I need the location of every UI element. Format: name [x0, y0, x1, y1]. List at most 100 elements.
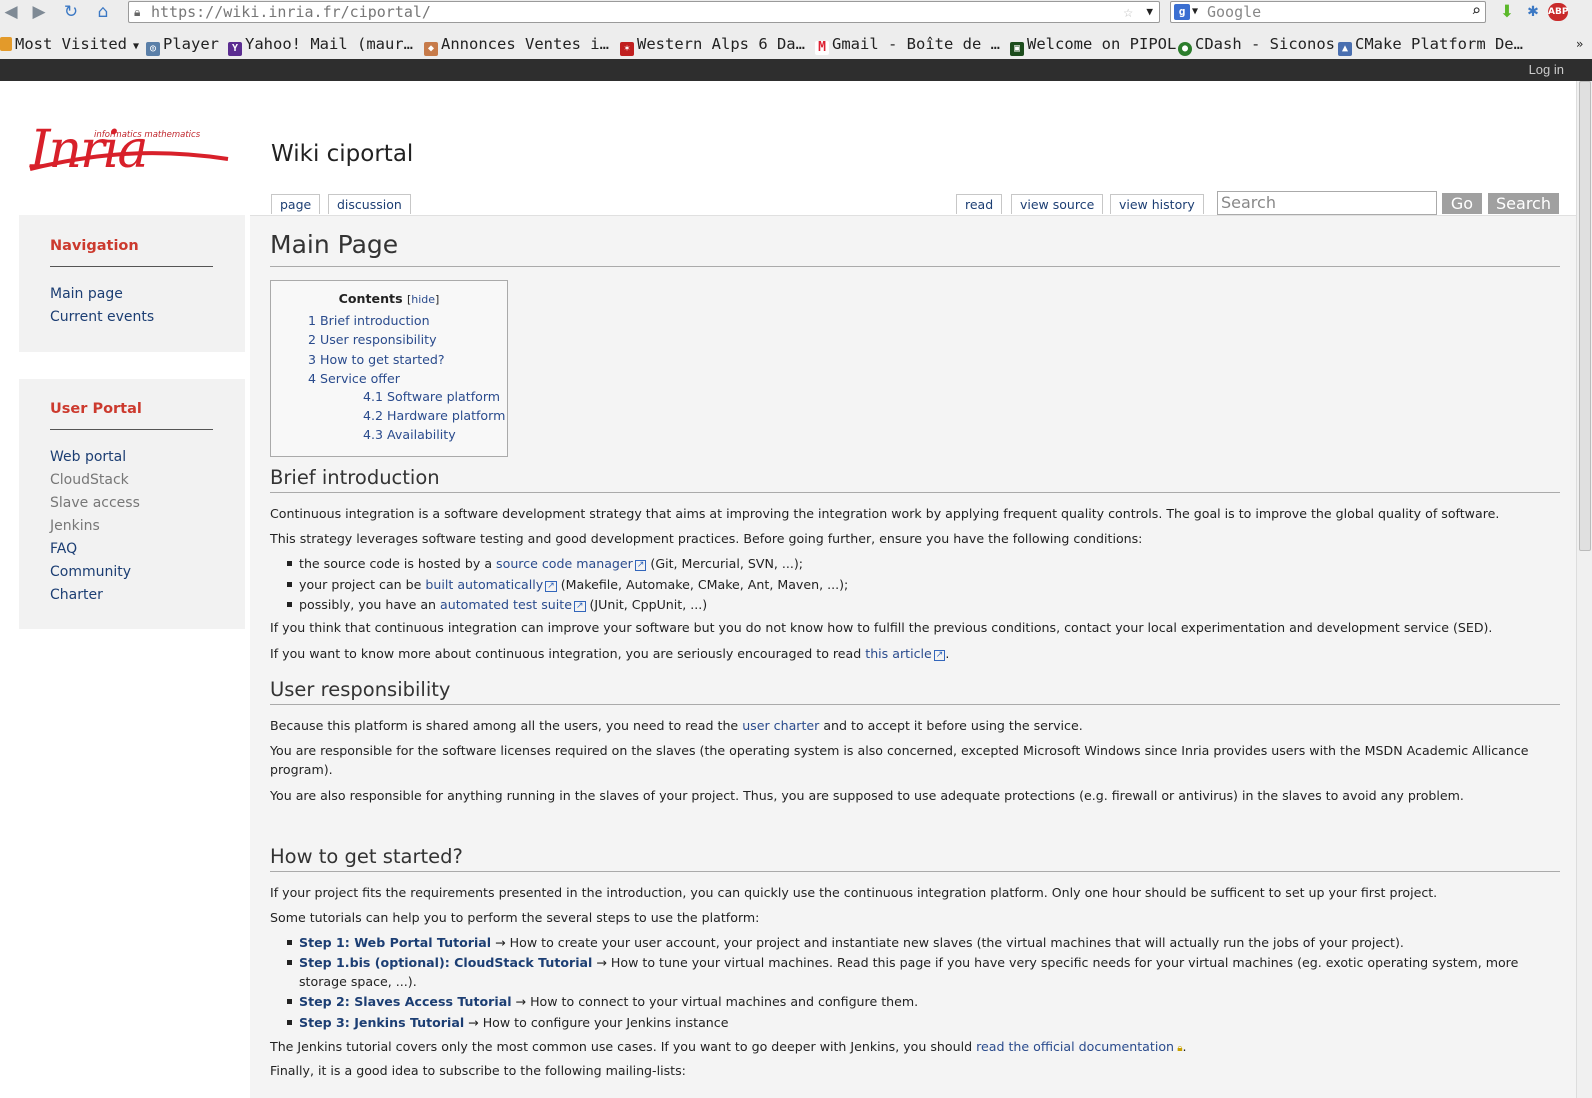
tab-discussion[interactable]: discussion	[328, 194, 411, 214]
engine-dropdown-icon[interactable]: ▼	[1192, 2, 1198, 22]
lock-icon: 🔒︎	[1174, 1043, 1183, 1054]
divider	[270, 492, 1560, 493]
bookmark-gmail[interactable]: M Gmail - Boîte de …	[815, 34, 1000, 55]
tab-view-history[interactable]: view history	[1110, 194, 1204, 214]
user-charter-link[interactable]: user charter	[742, 718, 819, 733]
browser-search-placeholder: Google	[1207, 3, 1262, 21]
paragraph: Because this platform is shared among al…	[270, 718, 1083, 733]
bookmarks-overflow-icon[interactable]: »	[1576, 34, 1583, 54]
bookmark-cdash[interactable]: ● CDash - Siconos	[1178, 34, 1335, 56]
tab-read[interactable]: read	[956, 194, 1003, 214]
page-scrollbar[interactable]	[1576, 81, 1592, 1098]
browser-navigation-bar: ◀ ▶ ↻ ⌂ 🔒︎ https://wiki.inria.fr/ciporta…	[0, 0, 1592, 25]
download-icon[interactable]: ⬇	[1496, 2, 1518, 22]
toc-hide-link[interactable]: hide	[411, 293, 435, 306]
gmail-icon: M	[815, 41, 829, 55]
toc-title: Contents	[338, 291, 403, 306]
paragraph: You are also responsible for anything ru…	[270, 788, 1464, 803]
sidebar-item-faq[interactable]: FAQ	[50, 541, 77, 557]
alps-icon: ✶	[620, 42, 634, 56]
paragraph: Some tutorials can help you to perform t…	[270, 910, 760, 925]
tab-view-source[interactable]: view source	[1011, 194, 1104, 214]
toc-item[interactable]: 1 Brief introduction	[308, 313, 430, 328]
bookmark-pipol[interactable]: ▣ Welcome on PIPOL	[1010, 34, 1176, 56]
sidebar-navigation-title: Navigation	[50, 238, 139, 254]
toc-item[interactable]: 4.2 Hardware platform	[363, 408, 505, 423]
svg-text:Inria: Inria	[29, 120, 147, 177]
divider	[270, 266, 1560, 267]
step-3-link[interactable]: Step 3: Jenkins Tutorial	[299, 1015, 464, 1030]
bookmark-western-alps[interactable]: ✶ Western Alps 6 Da…	[620, 34, 805, 56]
divider	[50, 266, 213, 267]
list-item: Step 3: Jenkins Tutorial → How to config…	[287, 1013, 1559, 1032]
google-icon[interactable]: g	[1174, 4, 1190, 20]
adblock-icon[interactable]: ABP	[1548, 3, 1568, 21]
browser-search-input[interactable]: g ▼ Google ⌕	[1170, 1, 1486, 23]
sidebar-item-charter[interactable]: Charter	[50, 587, 103, 603]
bookmark-star-icon[interactable]: ☆	[1123, 2, 1133, 22]
sidebar-item-community[interactable]: Community	[50, 564, 131, 580]
inria-logo[interactable]: informatics mathematics Inria	[28, 107, 233, 177]
paragraph: If you think that continuous integration…	[270, 620, 1493, 635]
built-automatically-link[interactable]: built automatically	[425, 577, 556, 592]
search-button[interactable]: Search	[1488, 193, 1559, 214]
toc-item[interactable]: 4.3 Availability	[363, 427, 456, 442]
table-of-contents: Contents [hide] 1 Brief introduction 2 U…	[270, 280, 508, 457]
this-article-link[interactable]: this article	[865, 646, 945, 661]
section-heading: Brief introduction	[270, 466, 440, 489]
paragraph: Finally, it is a good idea to subscribe …	[270, 1063, 686, 1078]
url-text: https://wiki.inria.fr/ciportal/	[151, 3, 431, 21]
step-2-link[interactable]: Step 2: Slaves Access Tutorial	[299, 994, 512, 1009]
url-dropdown-icon[interactable]: ▼	[1146, 2, 1153, 22]
paragraph: Continuous integration is a software dev…	[270, 506, 1500, 521]
home-icon[interactable]: ⌂	[92, 2, 114, 22]
bookmark-most-visited[interactable]: Most Visited ▼	[0, 34, 139, 54]
sidebar-item-main-page[interactable]: Main page	[50, 286, 123, 302]
official-documentation-link[interactable]: read the official documentation	[976, 1039, 1174, 1054]
search-icon[interactable]: ⌕	[1471, 1, 1481, 21]
terminal-icon: ▣	[1010, 42, 1024, 56]
source-code-manager-link[interactable]: source code manager	[496, 556, 646, 571]
sidebar-item-web-portal[interactable]: Web portal	[50, 449, 126, 465]
sidebar-item-current-events[interactable]: Current events	[50, 309, 154, 325]
toc-item[interactable]: 2 User responsibility	[308, 332, 437, 347]
folder-icon	[0, 37, 12, 51]
sidebar-user-portal-title: User Portal	[50, 401, 142, 417]
scrollbar-thumb[interactable]	[1579, 81, 1591, 551]
main-content: Main Page Contents [hide] 1 Brief introd…	[250, 215, 1580, 1098]
toc-item[interactable]: 4.1 Software platform	[363, 389, 500, 404]
bookmark-cmake[interactable]: ▲ CMake Platform De…	[1338, 34, 1523, 56]
toc-item[interactable]: 4 Service offer	[308, 371, 400, 386]
cdash-icon: ●	[1178, 42, 1192, 56]
sidebar-item-jenkins[interactable]: Jenkins	[50, 518, 100, 534]
site-title: Wiki ciportal	[271, 141, 414, 167]
lock-icon: 🔒︎	[134, 5, 141, 19]
list-item: Step 1.bis (optional): CloudStack Tutori…	[287, 953, 1559, 991]
step-1-link[interactable]: Step 1: Web Portal Tutorial	[299, 935, 491, 950]
url-bar[interactable]: 🔒︎ https://wiki.inria.fr/ciportal/ ☆ ▼	[128, 1, 1160, 23]
bookmark-player[interactable]: ◎ Player	[146, 34, 219, 56]
list-item: Step 2: Slaves Access Tutorial → How to …	[287, 992, 1559, 1011]
wiki-page: informatics mathematics Inria Wiki cipor…	[0, 81, 1592, 1098]
go-button[interactable]: Go	[1442, 193, 1482, 214]
bookmark-yahoo-mail[interactable]: Y Yahoo! Mail (maur…	[228, 34, 413, 56]
sidebar-item-cloudstack[interactable]: CloudStack	[50, 472, 129, 488]
paragraph: The Jenkins tutorial covers only the mos…	[270, 1039, 1187, 1054]
back-icon[interactable]: ◀	[0, 2, 22, 22]
forward-icon[interactable]: ▶	[28, 2, 50, 22]
section-heading: User responsibility	[270, 678, 451, 701]
addon-icon[interactable]: ✱	[1522, 2, 1544, 22]
sidebar-item-slave-access[interactable]: Slave access	[50, 495, 140, 511]
toc-item[interactable]: 3 How to get started?	[308, 352, 445, 367]
step-1bis-link[interactable]: Step 1.bis (optional): CloudStack Tutori…	[299, 955, 592, 970]
tab-page[interactable]: page	[271, 194, 321, 214]
section-heading: How to get started?	[270, 845, 463, 868]
paragraph: You are responsible for the software lic…	[270, 743, 1529, 777]
login-link[interactable]: Log in	[1529, 62, 1564, 77]
automated-test-suite-link[interactable]: automated test suite	[440, 597, 585, 612]
box-icon: ◆	[424, 42, 438, 56]
bookmark-annonces[interactable]: ◆ Annonces Ventes i…	[424, 34, 609, 56]
paragraph: If your project fits the requirements pr…	[270, 885, 1438, 900]
wiki-search-input[interactable]: Search	[1217, 191, 1437, 215]
reload-icon[interactable]: ↻	[60, 2, 82, 22]
